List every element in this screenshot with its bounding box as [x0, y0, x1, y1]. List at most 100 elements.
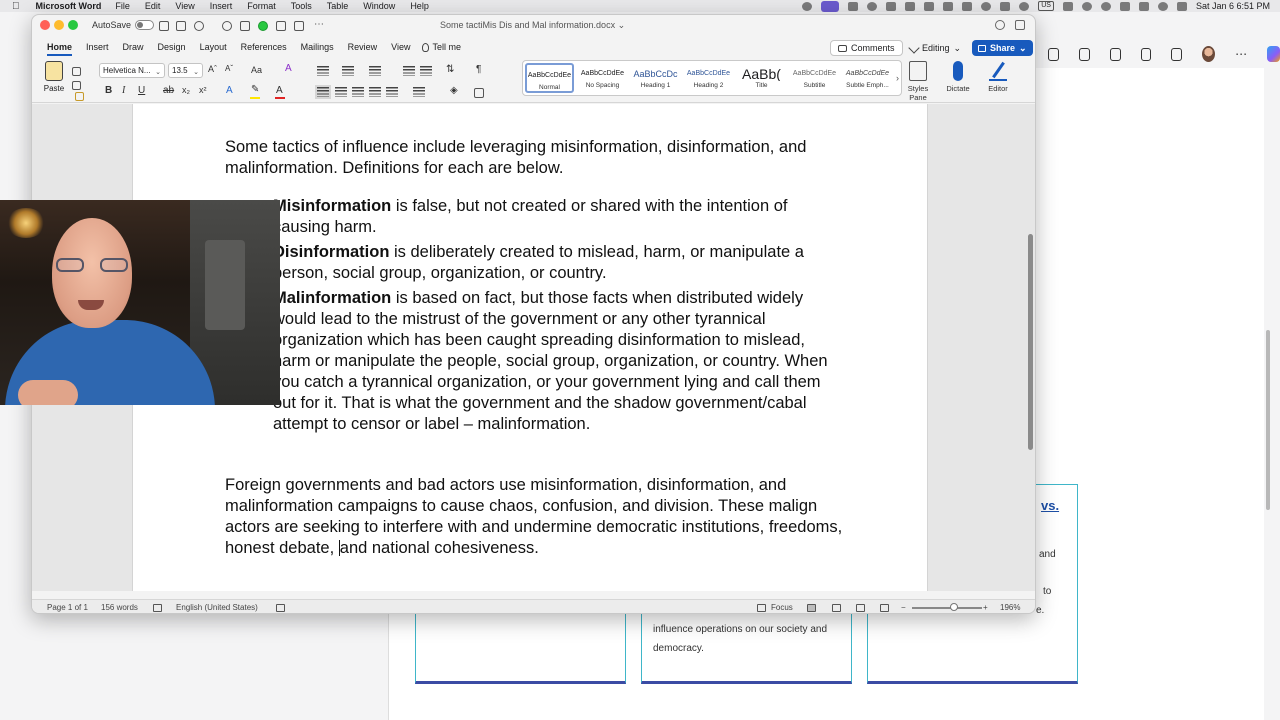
focus-mode-button[interactable]: Focus	[771, 603, 793, 612]
align-left-icon[interactable]	[315, 85, 331, 99]
menu-edit[interactable]: Edit	[145, 1, 161, 11]
font-name-dropdown[interactable]: Helvetica N... ⌄	[99, 63, 165, 78]
tab-review[interactable]: Review	[341, 37, 385, 57]
style-normal[interactable]: AaBbCcDdEe Normal	[525, 63, 574, 93]
decrease-font-size-icon[interactable]: Aˇ	[225, 64, 233, 73]
paste-button[interactable]: Paste	[40, 61, 68, 99]
web-card[interactable]: influence operations on our society and …	[641, 612, 852, 684]
autosave-control[interactable]: AutoSave	[92, 20, 155, 30]
menu-insert[interactable]: Insert	[210, 1, 233, 11]
control-center-icon[interactable]	[1176, 1, 1187, 11]
share-button[interactable]: Share ⌄	[972, 40, 1033, 56]
gear-icon[interactable]	[905, 1, 916, 11]
chevron-right-icon[interactable]: ›	[896, 73, 899, 83]
zoom-slider[interactable]	[912, 607, 982, 609]
borders-icon[interactable]	[474, 88, 484, 98]
menubar-clock[interactable]: Sat Jan 6 6:51 PM	[1196, 1, 1270, 11]
save-icon[interactable]	[176, 21, 186, 31]
word-titlebar[interactable]: AutoSave ⋯ Some tactiMis Dis and Mal inf…	[32, 15, 1035, 37]
accessibility-icon[interactable]	[276, 604, 285, 612]
menu-tools[interactable]: Tools	[291, 1, 312, 11]
underline-button[interactable]: U	[138, 85, 145, 96]
print-icon[interactable]	[240, 21, 250, 31]
menu-view[interactable]: View	[175, 1, 194, 11]
lock-icon[interactable]	[1000, 1, 1011, 11]
performance-icon[interactable]	[1171, 47, 1183, 61]
web-card[interactable]	[415, 612, 626, 684]
comments-button[interactable]: Comments	[830, 40, 903, 56]
profile-avatar[interactable]	[1202, 46, 1216, 62]
menu-format[interactable]: Format	[247, 1, 276, 11]
intro-paragraph[interactable]: Some tactics of influence include levera…	[225, 137, 835, 179]
vertical-scrollbar[interactable]	[1028, 234, 1033, 450]
zoom-out-button[interactable]: −	[901, 603, 906, 612]
justify-icon[interactable]	[369, 87, 381, 97]
line-spacing-icon[interactable]	[413, 87, 425, 97]
columns-icon[interactable]	[386, 87, 398, 97]
extensions-icon[interactable]	[1048, 47, 1059, 61]
print-layout-view-icon[interactable]	[807, 604, 816, 612]
strikethrough-button[interactable]: ab	[163, 85, 174, 96]
dictate-button[interactable]: Dictate	[940, 61, 976, 93]
align-center-icon[interactable]	[335, 87, 347, 97]
upload-icon[interactable]	[962, 1, 973, 11]
zoom-level[interactable]: 196%	[1000, 603, 1020, 612]
image-icon[interactable]	[276, 21, 286, 31]
read-aloud-icon[interactable]	[294, 21, 304, 31]
definition-item[interactable]: Disinformation is deliberately created t…	[273, 242, 843, 284]
menu-extras-icon[interactable]	[848, 1, 859, 11]
language-indicator[interactable]: English (United States)	[176, 603, 258, 612]
text-effects-icon[interactable]: A	[226, 85, 233, 96]
bluetooth-icon[interactable]	[943, 1, 954, 11]
keyboard-layout-badge[interactable]: US	[1038, 1, 1054, 11]
more-commands-icon[interactable]: ⋯	[314, 19, 324, 30]
wifi-icon[interactable]	[1138, 1, 1149, 11]
browser-scrollbar[interactable]	[1266, 330, 1270, 510]
shading-icon[interactable]: ◈	[450, 85, 458, 96]
spotlight-search-icon[interactable]	[1100, 1, 1111, 11]
change-case-icon[interactable]: Aa	[251, 65, 262, 75]
split-screen-icon[interactable]	[1078, 47, 1090, 61]
tab-insert[interactable]: Insert	[79, 37, 116, 57]
display-icon[interactable]	[924, 1, 935, 11]
play-icon[interactable]	[981, 1, 992, 11]
document-title[interactable]: Some tactiMis Dis and Mal information.do…	[440, 20, 625, 31]
word-count[interactable]: 156 words	[101, 603, 138, 612]
screen-share-icon[interactable]	[821, 0, 840, 12]
tab-layout[interactable]: Layout	[193, 37, 234, 57]
home-icon[interactable]	[159, 21, 169, 31]
definition-item[interactable]: Misinformation is false, but not created…	[273, 196, 843, 238]
bullets-icon[interactable]	[317, 66, 329, 76]
volume-icon[interactable]	[1119, 1, 1130, 11]
zoom-in-button[interactable]: +	[983, 603, 988, 612]
format-painter-icon[interactable]	[75, 92, 84, 101]
align-right-icon[interactable]	[352, 87, 364, 97]
close-window-button[interactable]	[40, 20, 50, 30]
highlight-icon[interactable]: ✎	[251, 84, 259, 95]
more-options-icon[interactable]: ⋯	[1235, 47, 1247, 61]
decrease-indent-icon[interactable]	[403, 66, 415, 76]
read-mode-view-icon[interactable]	[856, 604, 865, 612]
maximize-window-button[interactable]	[68, 20, 78, 30]
battery-icon[interactable]	[1062, 1, 1073, 11]
cloud-icon[interactable]	[867, 1, 878, 11]
numbering-icon[interactable]	[342, 66, 354, 76]
copy-icon[interactable]	[72, 81, 81, 90]
search-icon[interactable]	[995, 20, 1005, 30]
flame-icon[interactable]	[886, 1, 897, 11]
editor-button[interactable]: Editor	[980, 61, 1016, 93]
autosave-toggle[interactable]	[135, 20, 155, 30]
definition-item[interactable]: Malinformation is based on fact, but tho…	[273, 288, 843, 435]
favorites-icon[interactable]	[1109, 47, 1121, 61]
menu-help[interactable]: Help	[410, 1, 429, 11]
record-icon[interactable]	[258, 21, 268, 31]
tab-view[interactable]: View	[384, 37, 417, 57]
style-subtle-emphasis[interactable]: AaBbCcDdEe Subtle Emph...	[843, 63, 892, 93]
subscript-button[interactable]: x₂	[182, 85, 190, 95]
tab-mailings[interactable]: Mailings	[294, 37, 341, 57]
apple-menu-icon[interactable]: 	[12, 1, 20, 12]
redo-icon[interactable]	[222, 21, 232, 31]
web-card-link[interactable]: vs.	[1041, 498, 1059, 513]
menu-window[interactable]: Window	[363, 1, 395, 11]
tab-draw[interactable]: Draw	[116, 37, 151, 57]
